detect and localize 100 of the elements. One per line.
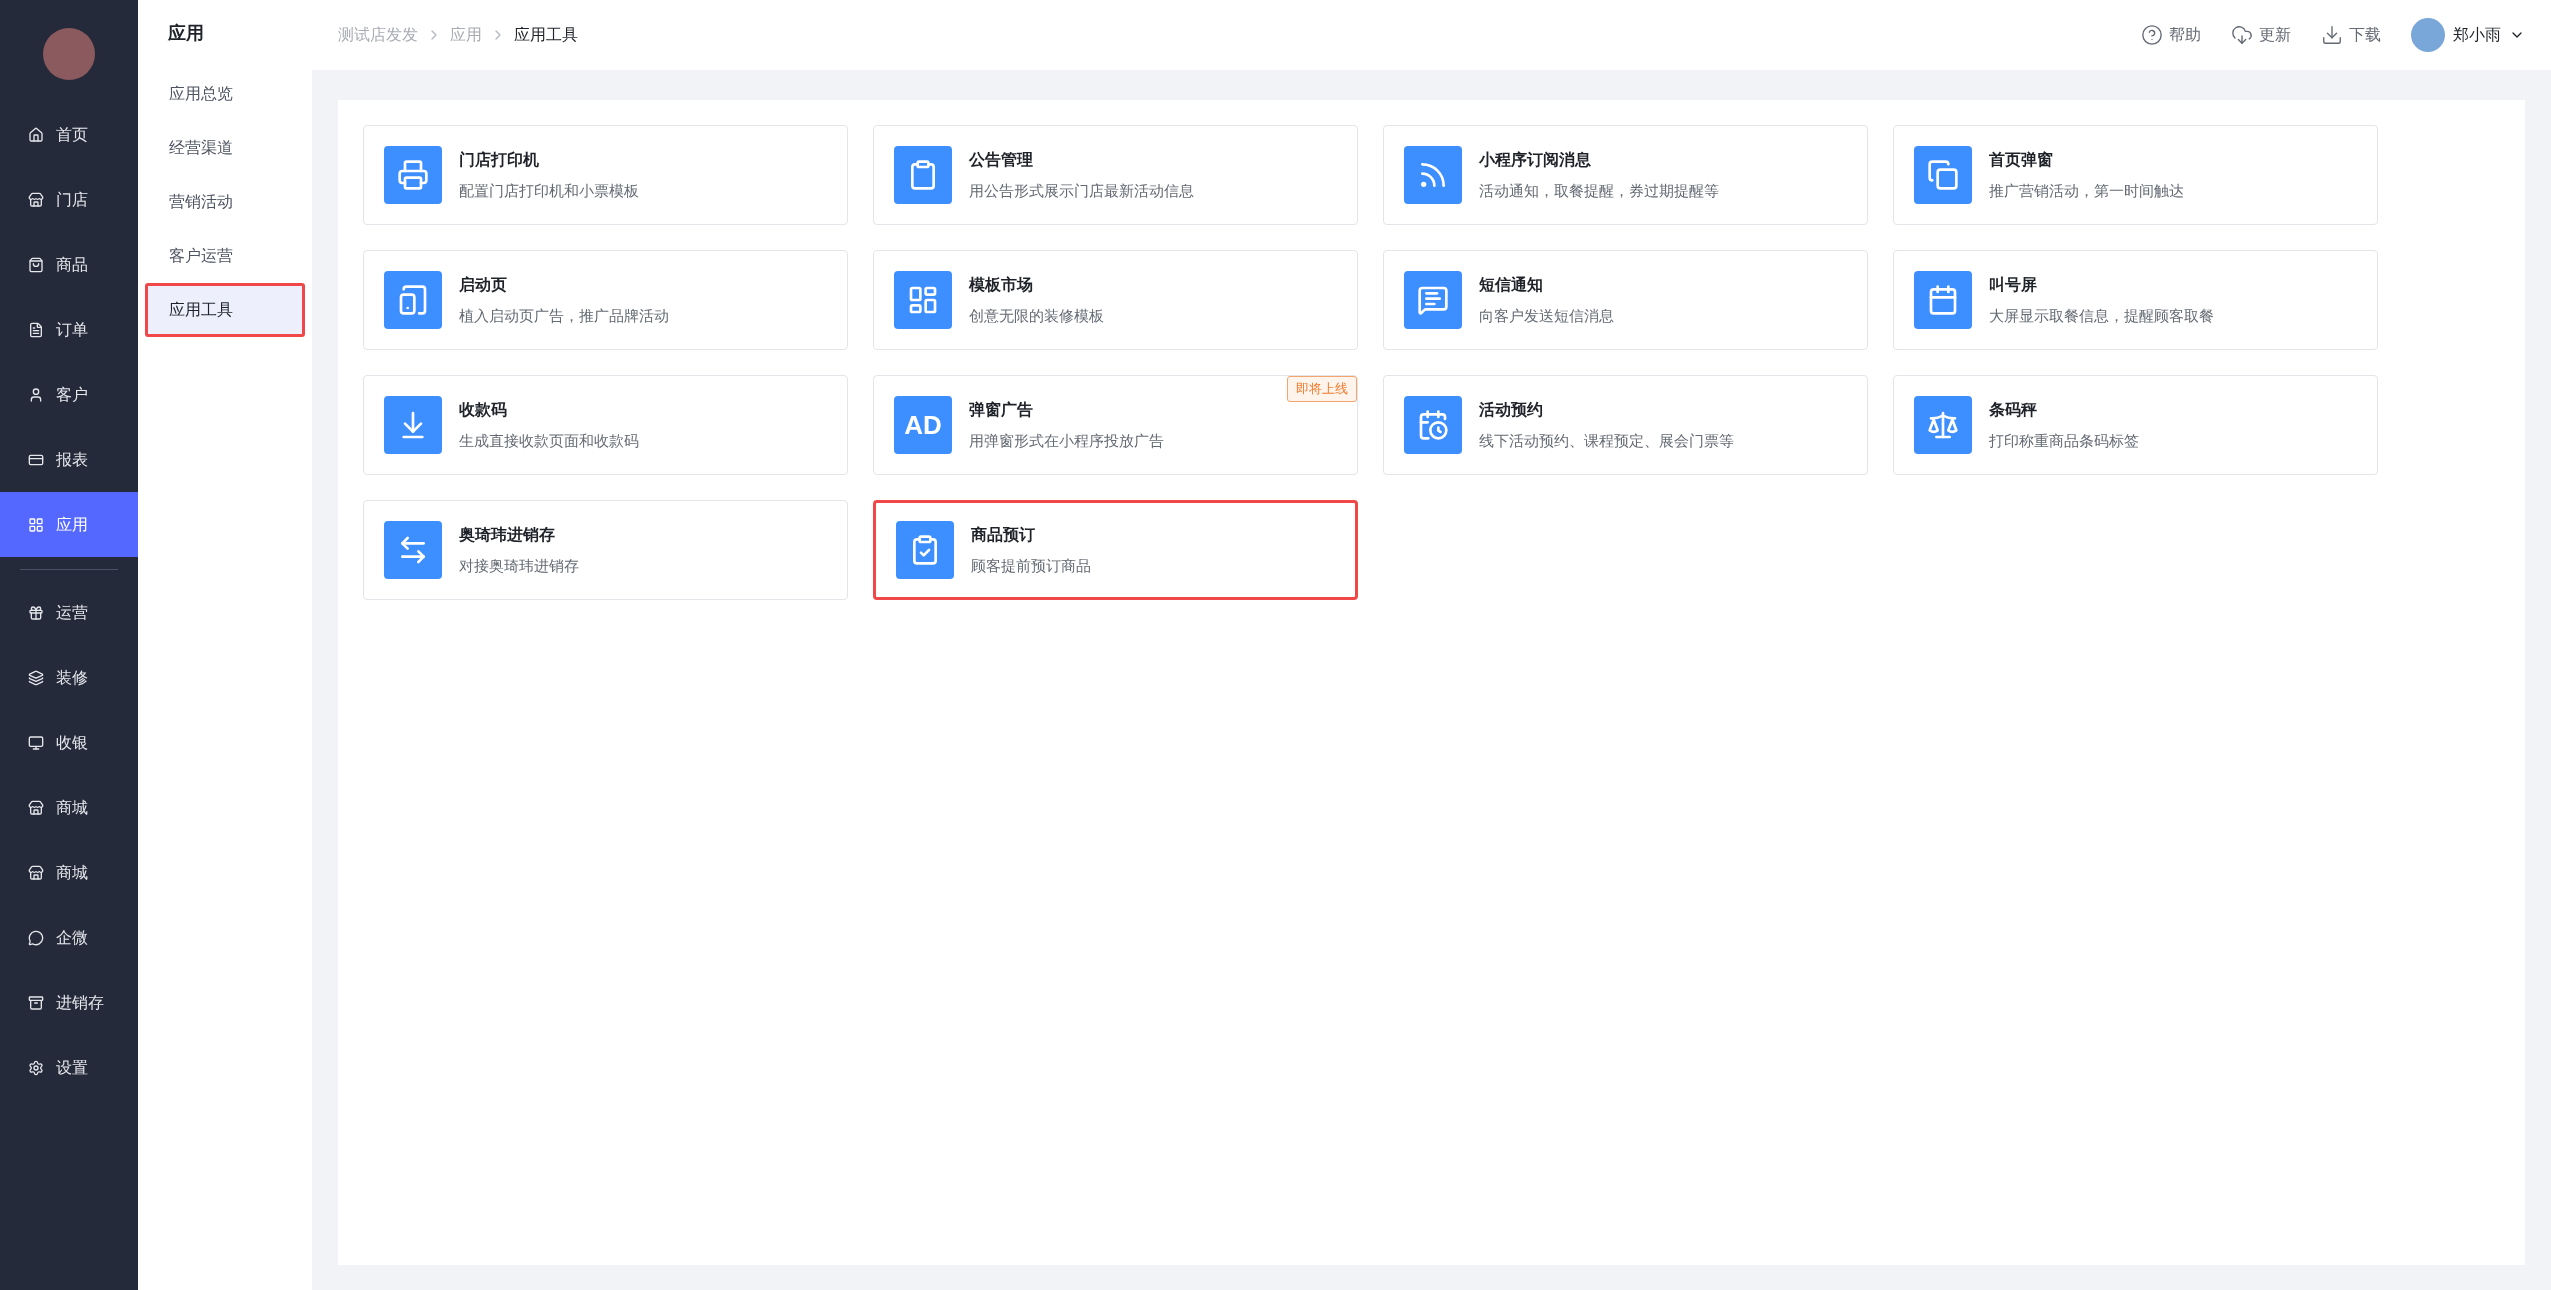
- card-title: 模板市场: [969, 274, 1034, 295]
- card-title: 商品预订: [971, 524, 1036, 545]
- card-description: 推广营销活动，第一时间触达: [1989, 180, 2184, 201]
- document-icon: [28, 321, 44, 338]
- help-icon: [2141, 24, 2163, 46]
- card-description: 用弹窗形式在小程序投放广告: [969, 430, 1164, 451]
- copy-icon: [1914, 146, 1972, 204]
- card-title: 收款码: [459, 399, 508, 420]
- card-description: 用公告形式展示门店最新活动信息: [969, 180, 1194, 201]
- app-card[interactable]: 门店打印机 配置门店打印机和小票模板: [363, 125, 848, 225]
- ad-icon: AD: [894, 396, 952, 454]
- clipboard-icon: [894, 146, 952, 204]
- app-card[interactable]: 商品预订 顾客提前预订商品: [873, 500, 1358, 600]
- card-title: 短信通知: [1479, 274, 1544, 295]
- app-card[interactable]: 活动预约 线下活动预约、课程预定、展会门票等: [1383, 375, 1868, 475]
- card-description: 配置门店打印机和小票模板: [459, 180, 639, 201]
- home-icon: [28, 126, 44, 143]
- screen-icon: [1914, 271, 1972, 329]
- checklist-icon: [896, 521, 954, 579]
- card-title: 活动预约: [1479, 399, 1544, 420]
- card-description: 顾客提前预订商品: [971, 555, 1091, 576]
- submenu-title: 应用: [167, 22, 205, 45]
- app-card[interactable]: AD 弹窗广告 用弹窗形式在小程序投放广告 即将上线: [873, 375, 1358, 475]
- gift-icon: [28, 604, 44, 621]
- user-menu[interactable]: 郑小雨: [2411, 18, 2525, 52]
- chat-icon: [28, 929, 44, 946]
- calendar-icon: [1404, 396, 1462, 454]
- card-title: 首页弹窗: [1989, 149, 2054, 170]
- nav-item[interactable]: 运营: [0, 580, 138, 645]
- archive-icon: [28, 994, 44, 1011]
- card-description: 向客户发送短信消息: [1479, 305, 1614, 326]
- card-description: 大屏显示取餐信息，提醒顾客取餐: [1989, 305, 2214, 326]
- store-icon: [28, 191, 44, 208]
- nav-item[interactable]: 商品: [0, 232, 138, 297]
- nav-item[interactable]: 订单: [0, 297, 138, 362]
- toolbar-link[interactable]: 更新: [2231, 23, 2291, 47]
- nav-item[interactable]: 装修: [0, 645, 138, 710]
- store-icon: [28, 799, 44, 816]
- coming-soon-badge: 即将上线: [1287, 376, 1357, 402]
- cloud-download-icon: [2231, 24, 2253, 46]
- tablet-icon: [384, 271, 442, 329]
- card-title: 公告管理: [969, 149, 1034, 170]
- user-avatar: [2411, 18, 2445, 52]
- avatar-photo-placeholder: [43, 28, 95, 80]
- app-card[interactable]: 条码秤 打印称重商品条码标签: [1893, 375, 2378, 475]
- grid-icon: [28, 516, 44, 533]
- store-icon: [28, 864, 44, 881]
- nav-item[interactable]: 报表: [0, 427, 138, 492]
- app-card[interactable]: 小程序订阅消息 活动通知，取餐提醒，券过期提醒等: [1383, 125, 1868, 225]
- nav-item[interactable]: 收银: [0, 710, 138, 775]
- submenu-item[interactable]: 应用工具: [145, 283, 305, 337]
- nav-item[interactable]: 设置: [0, 1035, 138, 1100]
- app-card[interactable]: 短信通知 向客户发送短信消息: [1383, 250, 1868, 350]
- nav-item[interactable]: 进销存: [0, 970, 138, 1035]
- card-title: 门店打印机: [459, 149, 540, 170]
- card-title: 条码秤: [1989, 399, 2038, 420]
- user-icon: [28, 386, 44, 403]
- card-description: 创意无限的装修模板: [969, 305, 1104, 326]
- submenu-item[interactable]: 经营渠道: [145, 121, 305, 175]
- app-card[interactable]: 启动页 植入启动页广告，推广品牌活动: [363, 250, 848, 350]
- download-icon: [2321, 24, 2343, 46]
- rss-icon: [1404, 146, 1462, 204]
- card-title: 奥琦玮进销存: [459, 524, 556, 545]
- app-card[interactable]: 公告管理 用公告形式展示门店最新活动信息: [873, 125, 1358, 225]
- layers-icon: [28, 669, 44, 686]
- nav-item[interactable]: 商城: [0, 775, 138, 840]
- app-card[interactable]: 收款码 生成直接收款页面和收款码: [363, 375, 848, 475]
- card-description: 活动通知，取餐提醒，券过期提醒等: [1479, 180, 1719, 201]
- card-description: 生成直接收款页面和收款码: [459, 430, 639, 451]
- card-title: 启动页: [459, 274, 508, 295]
- toolbar-link[interactable]: 帮助: [2141, 23, 2201, 47]
- app-card[interactable]: 模板市场 创意无限的装修模板: [873, 250, 1358, 350]
- nav-item[interactable]: 商城: [0, 840, 138, 905]
- app-card[interactable]: 叫号屏 大屏显示取餐信息，提醒顾客取餐: [1893, 250, 2378, 350]
- app-card[interactable]: 首页弹窗 推广营销活动，第一时间触达: [1893, 125, 2378, 225]
- exchange-icon: [384, 521, 442, 579]
- nav-item[interactable]: 客户: [0, 362, 138, 427]
- nav-item[interactable]: 企微: [0, 905, 138, 970]
- layout-icon: [894, 271, 952, 329]
- nav-item[interactable]: 门店: [0, 167, 138, 232]
- card-description: 线下活动预约、课程预定、展会门票等: [1479, 430, 1734, 451]
- nav-item[interactable]: 首页: [0, 102, 138, 167]
- card-description: 植入启动页广告，推广品牌活动: [459, 305, 669, 326]
- card-title: 弹窗广告: [969, 399, 1034, 420]
- card-description: 对接奥琦玮进销存: [459, 555, 579, 576]
- submenu-item[interactable]: 营销活动: [145, 175, 305, 229]
- submenu-item[interactable]: 客户运营: [145, 229, 305, 283]
- app-card[interactable]: 奥琦玮进销存 对接奥琦玮进销存: [363, 500, 848, 600]
- message-icon: [1404, 271, 1462, 329]
- submenu-item[interactable]: 应用总览: [145, 67, 305, 121]
- card-description: 打印称重商品条码标签: [1989, 430, 2139, 451]
- printer-icon: [384, 146, 442, 204]
- settings-icon: [28, 1059, 44, 1076]
- toolbar-link[interactable]: 下载: [2321, 23, 2381, 47]
- scale-icon: [1914, 396, 1972, 454]
- nav-item[interactable]: 应用: [0, 492, 138, 557]
- bag-icon: [28, 256, 44, 273]
- card-title: 叫号屏: [1989, 274, 2038, 295]
- card-title: 小程序订阅消息: [1479, 149, 1592, 170]
- monitor-icon: [28, 734, 44, 751]
